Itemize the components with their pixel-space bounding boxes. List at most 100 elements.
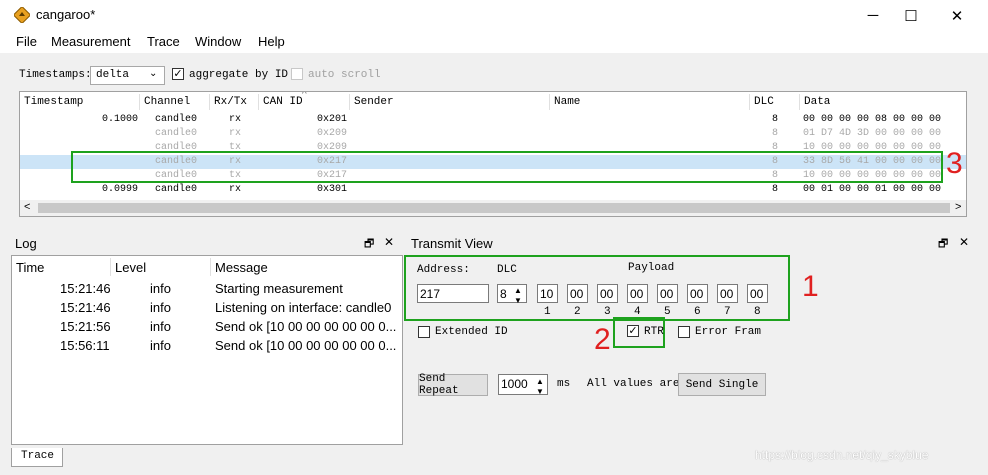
watermark-text: https://blog.csdn.net/qiy_skyblue (755, 448, 929, 462)
scroll-left-icon[interactable]: < (24, 201, 30, 213)
kangaroo-app-icon (14, 7, 30, 23)
interval-value: 1000 (501, 377, 528, 391)
col-divider (139, 94, 140, 110)
annotation-box-3 (71, 151, 943, 183)
log-message: Send ok [10 00 00 00 00 00 0... (215, 338, 397, 353)
payload-byte-1[interactable]: 10 (537, 284, 558, 303)
log-time: 15:21:46 (60, 300, 111, 315)
log-message: Listening on interface: candle0 (215, 300, 392, 315)
log-level: info (150, 319, 171, 334)
dlc-spinbox[interactable]: 8 ▲ ▼ (497, 284, 527, 305)
table-row[interactable]: 0.1000 candle0 rx 0x201 8 00 00 00 00 08… (20, 113, 966, 127)
table-row[interactable]: 0.0999 candle0 rx 0x301 8 00 01 00 00 01… (20, 183, 966, 197)
horizontal-scrollbar[interactable]: < > (20, 200, 966, 216)
cell-data: 01 D7 4D 3D 00 00 00 00 (803, 128, 942, 139)
col-data[interactable]: Data (804, 96, 830, 108)
tab-trace[interactable]: Trace (11, 448, 63, 467)
timestamps-select[interactable]: delta ⌄ (90, 66, 165, 85)
payload-byte-5[interactable]: 00 (657, 284, 678, 303)
close-icon[interactable]: ✕ (384, 235, 394, 249)
cell-canid: 0x201 (317, 114, 348, 125)
close-icon[interactable]: ✕ (959, 235, 969, 249)
autoscroll-checkbox[interactable] (291, 68, 303, 80)
rtr-label: RTR (644, 326, 664, 338)
menu-file[interactable]: File (16, 34, 37, 49)
annotation-label-2: 2 (594, 323, 611, 356)
log-level: info (150, 300, 171, 315)
scrollbar-thumb[interactable] (38, 203, 950, 213)
float-icon[interactable]: 🗗 (364, 235, 374, 254)
cell-dlc: 8 (772, 184, 779, 195)
byte-index: 8 (754, 306, 761, 318)
payload-byte-2[interactable]: 00 (567, 284, 588, 303)
ms-label: ms (557, 378, 571, 390)
log-table[interactable]: Time Level Message 15:21:46 info Startin… (11, 255, 403, 445)
dlc-value: 8 (500, 287, 507, 301)
scroll-right-icon[interactable]: > (955, 201, 961, 213)
col-divider (549, 94, 550, 110)
float-icon[interactable]: 🗗 (938, 235, 948, 254)
address-input[interactable]: 217 (417, 284, 489, 303)
close-button[interactable]: ✕ (934, 0, 980, 31)
col-divider (209, 94, 210, 110)
byte-index: 2 (574, 306, 581, 318)
col-divider (349, 94, 350, 110)
rtr-checkbox[interactable]: ✓ (627, 325, 639, 337)
col-divider (749, 94, 750, 110)
log-level: info (150, 338, 171, 353)
log-col-level[interactable]: Level (115, 260, 146, 275)
col-channel[interactable]: Channel (144, 96, 190, 108)
table-row[interactable]: candle0 rx 0x209 8 01 D7 4D 3D 00 00 00 … (20, 127, 966, 141)
col-name[interactable]: Name (554, 96, 580, 108)
cell-rxtx: rx (229, 184, 242, 195)
interval-spinbox[interactable]: 1000 ▲ ▼ (498, 374, 548, 396)
col-canid[interactable]: CAN ID (263, 96, 303, 108)
send-repeat-button[interactable]: Send Repeat (418, 373, 488, 397)
col-dlc[interactable]: DLC (754, 96, 774, 108)
byte-index: 6 (694, 306, 701, 318)
timestamps-label: Timestamps: (19, 69, 92, 81)
cell-dlc: 8 (772, 114, 779, 125)
payload-byte-6[interactable]: 00 (687, 284, 708, 303)
cell-channel: candle0 (155, 184, 198, 195)
spin-down-icon[interactable]: ▼ (536, 383, 544, 401)
all-values-label: All values are (587, 378, 680, 390)
col-timestamp[interactable]: Timestamp (24, 96, 83, 108)
menu-trace[interactable]: Trace (147, 34, 180, 49)
cell-canid: 0x209 (317, 128, 348, 139)
log-col-message[interactable]: Message (215, 260, 268, 275)
menu-measurement[interactable]: Measurement (51, 34, 130, 49)
error-frame-checkbox[interactable] (678, 326, 690, 338)
menu-help[interactable]: Help (258, 34, 285, 49)
col-sender[interactable]: Sender (354, 96, 394, 108)
log-col-time[interactable]: Time (16, 260, 44, 275)
extended-id-label: Extended ID (435, 326, 508, 338)
col-rxtx[interactable]: Rx/Tx (214, 96, 247, 108)
window-title: cangaroo* (36, 7, 96, 22)
spin-down-icon[interactable]: ▼ (514, 292, 522, 310)
col-divider (110, 258, 111, 276)
cell-data: 00 01 00 00 01 00 00 00 (803, 184, 942, 195)
aggregate-checkbox[interactable]: ✓ (172, 68, 184, 80)
log-panel-header: Log 🗗 ✕ (12, 233, 402, 253)
log-time: 15:21:46 (60, 281, 111, 296)
payload-byte-7[interactable]: 00 (717, 284, 738, 303)
cell-canid: 0x301 (317, 184, 348, 195)
log-level: info (150, 281, 171, 296)
dlc-label: DLC (497, 264, 517, 276)
payload-byte-8[interactable]: 00 (747, 284, 768, 303)
payload-label: Payload (628, 262, 675, 274)
payload-byte-3[interactable]: 00 (597, 284, 618, 303)
menu-window[interactable]: Window (195, 34, 241, 49)
payload-byte-4[interactable]: 00 (627, 284, 648, 303)
toolbar: Timestamps: delta ⌄ ✓ aggregate by ID au… (0, 55, 988, 91)
cell-dlc: 8 (772, 128, 779, 139)
log-time: 15:56:11 (60, 338, 110, 353)
chevron-down-icon: ⌄ (149, 68, 158, 79)
send-single-button[interactable]: Send Single (678, 373, 766, 396)
extended-id-checkbox[interactable] (418, 326, 430, 338)
cell-timestamp: 0.1000 (102, 114, 139, 125)
maximize-button[interactable]: ☐ (888, 0, 934, 31)
timestamps-value: delta (96, 69, 130, 81)
cell-data: 00 00 00 00 08 00 00 00 (803, 114, 942, 125)
